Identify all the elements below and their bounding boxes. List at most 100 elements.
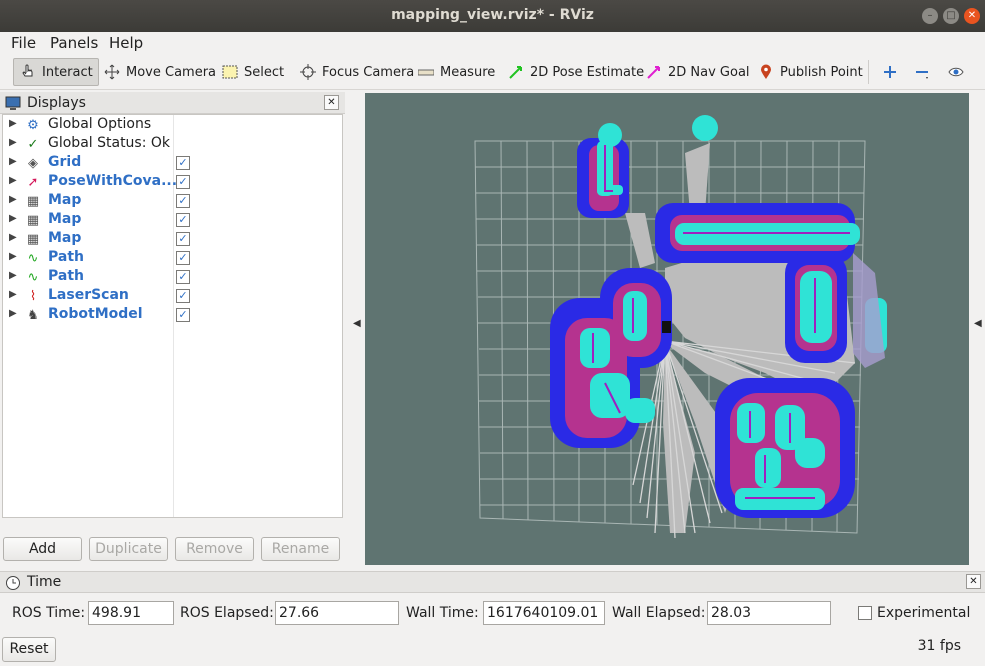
display-enable-checkbox[interactable]: ✓ bbox=[176, 194, 190, 208]
minimize-button[interactable]: – bbox=[922, 8, 938, 24]
time-header: Time ✕ bbox=[0, 571, 985, 593]
display-enable-checkbox[interactable]: ✓ bbox=[176, 156, 190, 170]
expand-arrow-icon[interactable]: ▶ bbox=[9, 289, 17, 300]
robot-model bbox=[662, 321, 671, 333]
menu-panels[interactable]: Panels bbox=[50, 34, 98, 52]
display-item[interactable]: ▶ ⚙ Global Options bbox=[3, 116, 342, 135]
display-item-label: Path bbox=[48, 268, 84, 284]
expand-arrow-icon[interactable]: ▶ bbox=[9, 118, 17, 129]
collapse-right-arrow-icon[interactable]: ◀ bbox=[974, 318, 982, 329]
duplicate-display-button[interactable]: Duplicate bbox=[89, 537, 168, 561]
display-enable-checkbox[interactable]: ✓ bbox=[176, 308, 190, 322]
minus-icon bbox=[914, 64, 930, 80]
ruler-icon bbox=[417, 64, 435, 80]
display-enable-checkbox[interactable]: ✓ bbox=[176, 175, 190, 189]
expand-arrow-icon[interactable]: ▶ bbox=[9, 308, 17, 319]
add-tool-button[interactable] bbox=[876, 58, 904, 86]
display-enable-checkbox[interactable]: ✓ bbox=[176, 213, 190, 227]
remove-display-button[interactable]: Remove bbox=[175, 537, 254, 561]
display-item[interactable]: ▶ ▦ Map ✓ bbox=[3, 192, 342, 211]
expand-arrow-icon[interactable]: ▶ bbox=[9, 175, 17, 186]
menu-file[interactable]: File bbox=[11, 34, 36, 52]
ros-elapsed-field[interactable]: 27.66 bbox=[275, 601, 399, 625]
display-item-label: Path bbox=[48, 249, 84, 265]
display-enable-checkbox[interactable]: ✓ bbox=[176, 289, 190, 303]
tool-focus-camera[interactable]: Focus Camera bbox=[294, 58, 420, 86]
display-enable-checkbox[interactable]: ✓ bbox=[176, 251, 190, 265]
tool-select[interactable]: Select bbox=[216, 58, 290, 86]
ros-time-field[interactable]: 498.91 bbox=[88, 601, 174, 625]
ros-time-label: ROS Time: bbox=[12, 605, 86, 621]
focus-target-icon bbox=[300, 64, 316, 80]
experimental-checkbox[interactable] bbox=[858, 606, 872, 620]
display-item[interactable]: ▶ ⌇ LaserScan ✓ bbox=[3, 287, 342, 306]
expand-arrow-icon[interactable]: ▶ bbox=[9, 270, 17, 281]
monitor-icon bbox=[5, 95, 21, 115]
collapse-left-arrow-icon[interactable]: ◀ bbox=[353, 318, 361, 329]
tool-interact-label: Interact bbox=[42, 64, 93, 80]
tool-measure[interactable]: Measure bbox=[412, 58, 501, 86]
display-item-label: Map bbox=[48, 230, 82, 246]
displays-tree: ▶ ⚙ Global Options ▶ ✓ Global Status: Ok ▶ ◈ Gri… bbox=[2, 114, 343, 518]
wall-time-field[interactable]: 1617640109.01 bbox=[483, 601, 605, 625]
display-item-label: Global Status: Ok bbox=[48, 135, 171, 151]
render-viewport[interactable] bbox=[365, 93, 969, 565]
tool-measure-label: Measure bbox=[440, 64, 496, 80]
display-enable-checkbox[interactable]: ✓ bbox=[176, 270, 190, 284]
reset-button[interactable]: Reset bbox=[2, 637, 56, 662]
rename-display-button[interactable]: Rename bbox=[261, 537, 340, 561]
window-titlebar: mapping_view.rviz* - RViz – □ ✕ bbox=[0, 0, 985, 32]
robot-icon: ♞ bbox=[27, 308, 39, 323]
tool-publish-point-label: Publish Point bbox=[780, 64, 863, 80]
checkmark-icon: ✓ bbox=[27, 137, 39, 152]
display-item[interactable]: ▶ ∿ Path ✓ bbox=[3, 268, 342, 287]
hand-pointer-icon bbox=[20, 64, 36, 80]
wall-elapsed-field[interactable]: 28.03 bbox=[707, 601, 831, 625]
tool-2d-nav-goal[interactable]: 2D Nav Goal bbox=[640, 58, 756, 86]
path-icon: ∿ bbox=[27, 270, 39, 285]
add-display-button[interactable]: Add bbox=[3, 537, 82, 561]
window-title: mapping_view.rviz* - RViz bbox=[391, 7, 594, 23]
wall-elapsed-label: Wall Elapsed: bbox=[612, 605, 706, 621]
display-item[interactable]: ▶ ➚ PoseWithCova... ✓ bbox=[3, 173, 342, 192]
tool-interact[interactable]: Interact bbox=[13, 58, 99, 86]
maximize-button[interactable]: □ bbox=[943, 8, 959, 24]
display-item-label: Global Options bbox=[48, 116, 152, 132]
display-item[interactable]: ▶ ▦ Map ✓ bbox=[3, 211, 342, 230]
tool-move-camera[interactable]: Move Camera bbox=[98, 58, 222, 86]
display-item-label: RobotModel bbox=[48, 306, 143, 322]
expand-arrow-icon[interactable]: ▶ bbox=[9, 194, 17, 205]
displays-close-button[interactable]: ✕ bbox=[324, 95, 339, 110]
expand-arrow-icon[interactable]: ▶ bbox=[9, 251, 17, 262]
display-item[interactable]: ▶ ∿ Path ✓ bbox=[3, 249, 342, 268]
expand-arrow-icon[interactable]: ▶ bbox=[9, 213, 17, 224]
tool-2d-pose-estimate-label: 2D Pose Estimate bbox=[530, 64, 645, 80]
map-icon: ▦ bbox=[26, 213, 40, 228]
menu-help[interactable]: Help bbox=[109, 34, 143, 52]
display-enable-checkbox[interactable]: ✓ bbox=[176, 232, 190, 246]
move-arrows-icon bbox=[104, 64, 120, 80]
map-scene bbox=[474, 115, 887, 539]
green-arrow-icon bbox=[508, 64, 524, 80]
clock-icon bbox=[5, 575, 21, 595]
expand-arrow-icon[interactable]: ▶ bbox=[9, 232, 17, 243]
display-item[interactable]: ▶ ✓ Global Status: Ok bbox=[3, 135, 342, 154]
view-tool-button[interactable] bbox=[942, 58, 970, 86]
map-pin-icon bbox=[758, 64, 774, 80]
display-item-label: Map bbox=[48, 192, 82, 208]
display-item[interactable]: ▶ ♞ RobotModel ✓ bbox=[3, 306, 342, 325]
display-item-label: LaserScan bbox=[48, 287, 129, 303]
close-button[interactable]: ✕ bbox=[964, 8, 980, 24]
remove-tool-button[interactable] bbox=[908, 58, 936, 86]
display-item[interactable]: ▶ ▦ Map ✓ bbox=[3, 230, 342, 249]
time-close-button[interactable]: ✕ bbox=[966, 574, 981, 589]
expand-arrow-icon[interactable]: ▶ bbox=[9, 156, 17, 167]
tool-2d-pose-estimate[interactable]: 2D Pose Estimate bbox=[502, 58, 650, 86]
time-title: Time bbox=[27, 574, 62, 590]
tool-publish-point[interactable]: Publish Point bbox=[752, 58, 869, 86]
tool-select-label: Select bbox=[244, 64, 285, 80]
display-item[interactable]: ▶ ◈ Grid ✓ bbox=[3, 154, 342, 173]
expand-arrow-icon[interactable]: ▶ bbox=[9, 137, 17, 148]
tool-bar: Interact Move Camera Select Focus Camera… bbox=[0, 54, 985, 90]
plus-icon bbox=[882, 64, 898, 80]
